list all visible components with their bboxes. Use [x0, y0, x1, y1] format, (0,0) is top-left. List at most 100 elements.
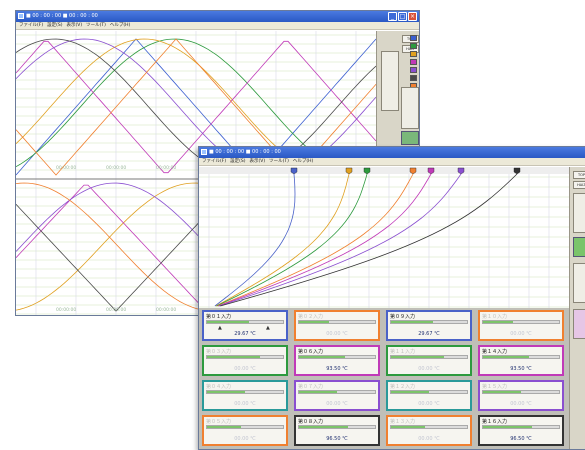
level-bar	[298, 320, 376, 324]
panel-title: 第０７入力	[298, 384, 324, 390]
panel-title: 第０１入力	[206, 314, 232, 320]
title-bar: ■ 00 : 00 : 00 ■ 00 : 00 : 00 _ □ ×	[16, 11, 419, 22]
menu-settings[interactable]: 設定(S)	[47, 22, 62, 29]
color-swatch[interactable]	[410, 43, 417, 49]
level-bar	[298, 425, 376, 429]
menu-help[interactable]: ヘルプ(H)	[110, 22, 130, 29]
panel-value: 96.50 ℃	[326, 436, 348, 442]
input-panel[interactable]: 第１０入力 00.00 ℃	[478, 310, 564, 341]
panel-value: 93.50 ℃	[326, 366, 348, 372]
panel-title: 第０５入力	[206, 419, 232, 425]
menu-settings[interactable]: 設定(S)	[230, 158, 245, 165]
panel-title: 第０２入力	[298, 314, 324, 320]
button-grid[interactable]	[573, 193, 585, 233]
panel-value: 00.00 ℃	[326, 401, 348, 407]
panel-title: 第１０入力	[482, 314, 508, 320]
panel-value: 00.00 ℃	[510, 331, 532, 337]
panel-title: 第０９入力	[390, 314, 416, 320]
input-panel[interactable]: 第０１入力 ▲ ▲ 29.67 ℃	[202, 310, 288, 341]
panel-title: 第１２入力	[390, 384, 416, 390]
time-label: 00:00:00	[56, 165, 76, 171]
panel-value: 00.00 ℃	[234, 366, 256, 372]
maximize-button[interactable]: □	[398, 12, 407, 21]
color-swatch[interactable]	[410, 51, 417, 57]
input-panel[interactable]: 第０５入力 00.00 ℃	[202, 415, 288, 446]
input-panel[interactable]: 第１６入力 96.50 ℃	[478, 415, 564, 446]
marker-strip	[199, 167, 569, 174]
color-swatch[interactable]	[410, 75, 417, 81]
window-title: ■ 00 : 00 : 00 ■ 00 : 00 : 00	[209, 149, 281, 155]
time-display	[401, 131, 419, 145]
close-button[interactable]: ×	[408, 12, 417, 21]
panel-title: 第１５入力	[482, 384, 508, 390]
color-swatch[interactable]	[410, 59, 417, 65]
side-toolbar: TOP HALT	[569, 167, 585, 449]
app-icon	[18, 13, 24, 19]
panel-value: 00.00 ℃	[326, 331, 348, 337]
panel-title: 第０３入力	[206, 349, 232, 355]
menu-tools[interactable]: ツール(T)	[86, 22, 106, 29]
level-bar	[482, 320, 560, 324]
input-panel[interactable]: 第０２入力 00.00 ℃	[294, 310, 380, 341]
trend-window-front: ■ 00 : 00 : 00 ■ 00 : 00 : 00 ファイル(F) 設定…	[198, 146, 585, 450]
level-bar	[206, 320, 284, 324]
level-bar	[390, 320, 468, 324]
input-panel[interactable]: 第１５入力 00.00 ℃	[478, 380, 564, 411]
panel-value: 93.50 ℃	[510, 366, 532, 372]
level-bar	[206, 425, 284, 429]
menu-tools[interactable]: ツール(T)	[269, 158, 289, 165]
level-bar	[298, 355, 376, 359]
menu-bar: ファイル(F) 設定(S) 表示(V) ツール(T) ヘルプ(H)	[199, 158, 585, 166]
top-button[interactable]: TOP	[573, 171, 585, 179]
panel-value: 00.00 ℃	[418, 436, 440, 442]
panel-title: 第０６入力	[298, 349, 324, 355]
menu-file[interactable]: ファイル(F)	[202, 158, 226, 165]
panel-title: 第１６入力	[482, 419, 508, 425]
halt-button[interactable]: HALT	[573, 181, 585, 189]
level-bar	[298, 390, 376, 394]
level-bar	[482, 425, 560, 429]
input-panel[interactable]: 第１１入力 00.00 ℃	[386, 345, 472, 376]
level-bar	[206, 355, 284, 359]
button-grid[interactable]	[401, 87, 419, 129]
input-panel[interactable]: 第０７入力 00.00 ℃	[294, 380, 380, 411]
input-panel[interactable]: 第０３入力 00.00 ℃	[202, 345, 288, 376]
trend-line	[216, 173, 368, 307]
input-panel[interactable]: 第１３入力 00.00 ℃	[386, 415, 472, 446]
time-label: 00:00:00	[56, 307, 76, 313]
time-label: 00:00:00	[156, 307, 176, 313]
level-bar	[390, 425, 468, 429]
minimize-button[interactable]: _	[388, 12, 397, 21]
trend-plot-area	[199, 167, 569, 308]
title-bar: ■ 00 : 00 : 00 ■ 00 : 00 : 00	[199, 147, 585, 158]
panel-value: 00.00 ℃	[418, 366, 440, 372]
panel-value: 29.67 ℃	[418, 331, 440, 337]
panel-value: 00.00 ℃	[510, 401, 532, 407]
color-swatch[interactable]	[410, 35, 417, 41]
option-list[interactable]	[573, 263, 585, 303]
panel-title: 第１４入力	[482, 349, 508, 355]
menu-view[interactable]: 表示(V)	[66, 22, 82, 29]
menu-view[interactable]: 表示(V)	[249, 158, 265, 165]
input-panel[interactable]: 第０６入力 93.50 ℃	[294, 345, 380, 376]
panel-title: 第１１入力	[390, 349, 416, 355]
level-bar	[390, 390, 468, 394]
input-panel[interactable]: 第０９入力 29.67 ℃	[386, 310, 472, 341]
option-list[interactable]	[381, 51, 399, 111]
level-bar	[206, 390, 284, 394]
window-title: ■ 00 : 00 : 00 ■ 00 : 00 : 00	[26, 13, 98, 19]
menu-help[interactable]: ヘルプ(H)	[293, 158, 313, 165]
panel-title: 第０４入力	[206, 384, 232, 390]
panel-value: 00.00 ℃	[234, 401, 256, 407]
input-panel[interactable]: 第１４入力 93.50 ℃	[478, 345, 564, 376]
level-bar	[482, 355, 560, 359]
color-swatch[interactable]	[410, 67, 417, 73]
input-panel[interactable]: 第１２入力 00.00 ℃	[386, 380, 472, 411]
panel-value: 29.67 ℃	[234, 331, 256, 337]
app-icon	[201, 149, 207, 155]
trend-chart	[199, 167, 569, 308]
menu-file[interactable]: ファイル(F)	[19, 22, 43, 29]
channel-buttons[interactable]	[573, 309, 585, 339]
input-panel[interactable]: 第０４入力 00.00 ℃	[202, 380, 288, 411]
input-panel[interactable]: 第０８入力 96.50 ℃	[294, 415, 380, 446]
